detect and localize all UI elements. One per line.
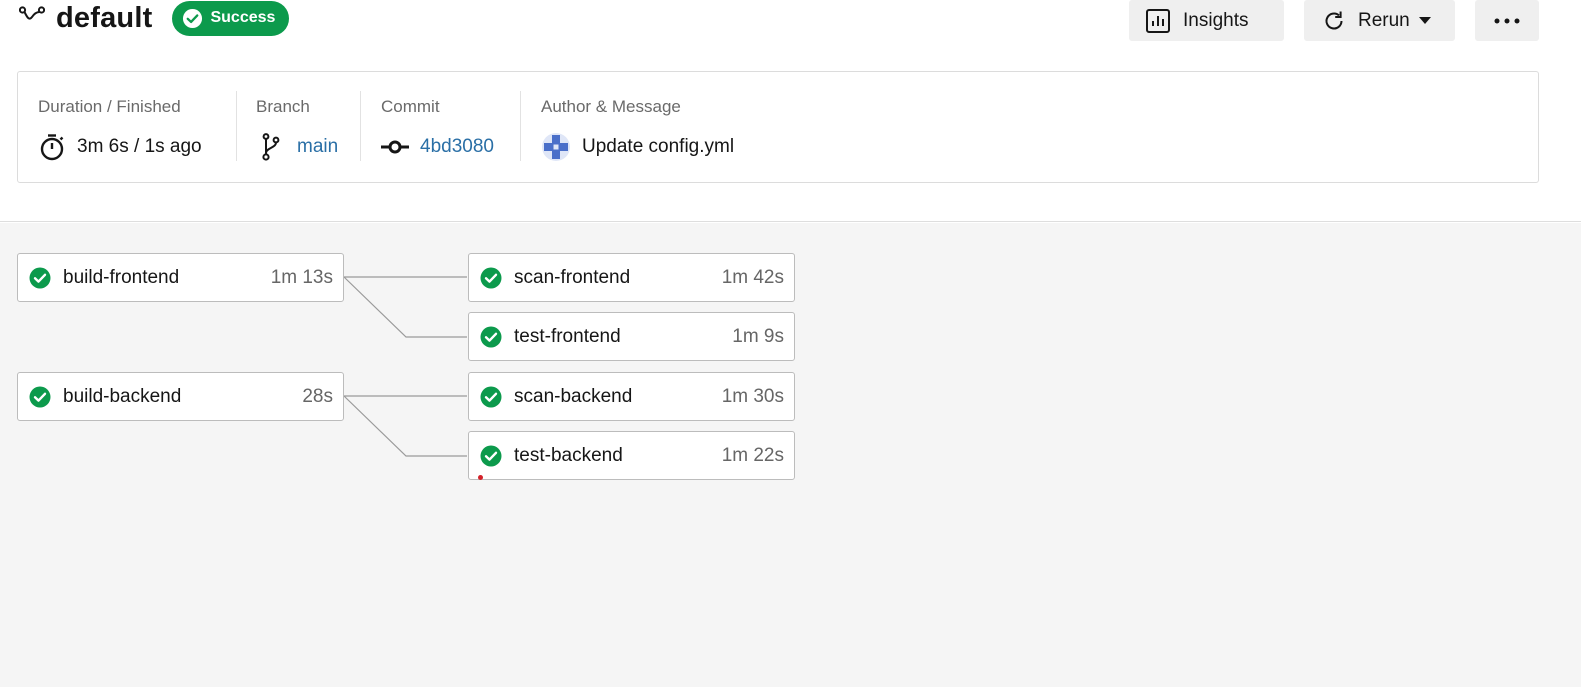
cursor-marker (478, 475, 483, 480)
job-scan-frontend[interactable]: scan-frontend 1m 42s (468, 253, 795, 302)
refresh-icon (1325, 11, 1343, 29)
git-branch-icon (256, 133, 286, 161)
job-duration: 1m 13s (270, 266, 333, 288)
commit-message: Update config.yml (582, 136, 735, 157)
caret-down-icon (1418, 16, 1431, 24)
commit-value-row: 4bd3080 (381, 132, 494, 162)
status-label: Success (210, 9, 276, 26)
job-name: build-frontend (63, 266, 180, 288)
author-value-row: Update config.yml (541, 132, 734, 162)
check-circle-icon (29, 386, 51, 407)
job-duration: 1m 22s (721, 444, 784, 466)
branch-link[interactable]: main (297, 136, 338, 158)
branch-label: Branch (256, 97, 310, 116)
more-horizontal-icon (1494, 18, 1520, 23)
commit-label: Commit (381, 97, 440, 116)
job-duration: 1m 42s (721, 266, 784, 288)
branch-value-row: main (256, 132, 338, 162)
insights-button[interactable]: Insights (1129, 0, 1284, 41)
rerun-label: Rerun (1358, 9, 1410, 31)
check-circle-icon (480, 445, 502, 466)
job-build-backend[interactable]: build-backend 28s (17, 372, 344, 421)
insights-label: Insights (1183, 9, 1249, 31)
git-commit-icon (381, 139, 409, 155)
divider (360, 91, 361, 161)
check-circle-icon (183, 8, 203, 28)
job-duration: 1m 30s (721, 385, 784, 407)
workflow-icon (18, 2, 46, 30)
job-name: test-frontend (514, 325, 621, 347)
job-test-backend[interactable]: test-backend 1m 22s (468, 431, 795, 480)
workflow-title: default (56, 1, 153, 34)
check-circle-icon (480, 386, 502, 407)
workflow-header: default Success Insights Rerun Duration … (0, 0, 1581, 222)
duration-value-row: 3m 6s / 1s ago (38, 132, 202, 162)
check-circle-icon (480, 326, 502, 347)
rerun-button[interactable]: Rerun (1304, 0, 1455, 41)
chart-icon (1146, 8, 1170, 33)
duration-value: 3m 6s / 1s ago (77, 136, 202, 157)
divider (520, 91, 521, 161)
status-badge: Success (172, 0, 290, 36)
duration-label: Duration / Finished (38, 97, 181, 116)
job-name: test-backend (514, 444, 623, 466)
more-options-button[interactable] (1475, 0, 1539, 41)
job-duration: 28s (302, 385, 333, 407)
job-build-frontend[interactable]: build-frontend 1m 13s (17, 253, 344, 302)
workflow-graph: build-frontend 1m 13s scan-frontend 1m 4… (0, 223, 1581, 687)
divider (236, 91, 237, 161)
job-duration: 1m 9s (732, 325, 784, 347)
stopwatch-icon (38, 133, 66, 161)
check-circle-icon (29, 267, 51, 288)
commit-link[interactable]: 4bd3080 (420, 136, 494, 158)
check-circle-icon (480, 267, 502, 288)
job-name: scan-frontend (514, 266, 631, 288)
pipeline-info-card: Duration / Finished 3m 6s / 1s ago Branc… (17, 71, 1539, 183)
avatar (541, 133, 571, 161)
job-test-frontend[interactable]: test-frontend 1m 9s (468, 312, 795, 361)
job-name: build-backend (63, 385, 182, 407)
title-row: default Success (18, 0, 290, 38)
job-name: scan-backend (514, 385, 633, 407)
author-label: Author & Message (541, 97, 681, 116)
job-scan-backend[interactable]: scan-backend 1m 30s (468, 372, 795, 421)
